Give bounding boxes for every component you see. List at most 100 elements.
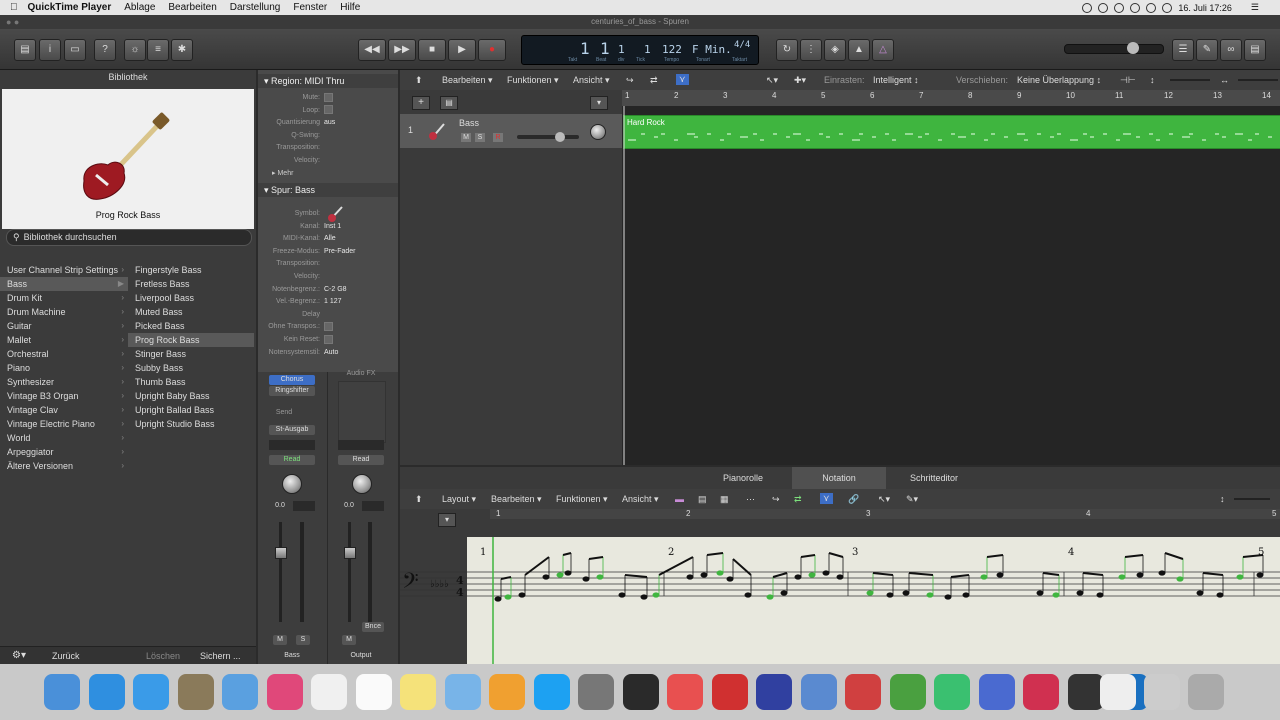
library-category-item[interactable]: Ältere Versionen › <box>0 459 128 473</box>
track-header[interactable]: ▾ Spur: Bass <box>258 183 398 197</box>
inspector-row[interactable]: Ohne Transpos.: <box>258 321 398 333</box>
pointer-tool-icon[interactable]: ↖▾ <box>878 494 890 505</box>
library-category-item[interactable]: Synthesizer › <box>0 375 128 389</box>
forward-button[interactable]: ▶▶ <box>388 39 416 61</box>
inspector-row[interactable]: Velocity: <box>258 271 398 283</box>
library-preset-item[interactable]: Prog Rock Bass <box>128 333 254 347</box>
dock-app-icon[interactable] <box>177 674 214 710</box>
count-in-icon[interactable]: △ <box>872 39 894 61</box>
mixer-icon[interactable]: ≡ <box>147 39 169 61</box>
editor-edit-menu[interactable]: Bearbeiten ▾ <box>491 494 542 505</box>
record-button[interactable]: ● <box>478 39 506 61</box>
library-category-item[interactable]: World › <box>0 431 128 445</box>
inspector-row[interactable]: Transposition: <box>258 142 398 154</box>
status-icon[interactable] <box>1114 2 1125 13</box>
editor-functions-menu[interactable]: Funktionen ▾ <box>556 494 608 505</box>
dock-app-icon[interactable] <box>533 674 570 710</box>
dock-app-icon[interactable] <box>1144 674 1180 710</box>
pencil-tool-icon[interactable]: ✎▾ <box>906 494 918 505</box>
library-preset-item[interactable]: Stinger Bass <box>128 347 254 361</box>
help-icon[interactable]: ? <box>94 39 116 61</box>
inspector-row[interactable]: Mute: <box>258 92 398 104</box>
more-toggle[interactable]: ▸ Mehr <box>258 168 398 180</box>
marquee-tool-icon[interactable]: ✚▾ <box>794 75 806 86</box>
library-category-item[interactable]: Vintage B3 Organ › <box>0 389 128 403</box>
menu-help[interactable]: Hilfe <box>340 2 360 13</box>
library-preset-item[interactable]: Fretless Bass <box>128 277 254 291</box>
waveform-zoom-icon[interactable]: ⊣⊢ <box>1120 75 1136 86</box>
inspector-row[interactable]: Delay <box>258 309 398 321</box>
note-pad-icon[interactable]: ✎ <box>1196 39 1218 61</box>
volume-fader-output[interactable] <box>344 547 356 559</box>
dock-app-icon[interactable] <box>756 674 792 710</box>
send-slot[interactable]: Send <box>269 408 299 418</box>
link-icon[interactable]: ⇄ <box>650 75 658 86</box>
notation-staff[interactable]: 𝄢 ♭♭♭♭ 441 2 3 4 5 <box>400 537 1280 664</box>
automation-read-output[interactable]: Read <box>338 455 384 465</box>
inspector-row[interactable]: Freeze-Modus: Pre-Fader <box>258 246 398 258</box>
lcd-display[interactable]: 1 1 1 1 122 F Min. 4/4 Takt Beat div Tic… <box>521 35 759 65</box>
checkbox[interactable] <box>324 334 333 344</box>
volume-icon[interactable] <box>1146 2 1157 13</box>
editor-options-icon[interactable]: ▾ <box>438 513 456 527</box>
playhead[interactable] <box>623 106 625 465</box>
inspector-row[interactable]: Notensystemstil: Auto <box>258 347 398 359</box>
editors-icon[interactable]: ✱ <box>171 39 193 61</box>
browser-icon[interactable]: ▤ <box>1244 39 1266 61</box>
up-arrow-icon[interactable]: ⬆ <box>415 75 423 86</box>
checkbox[interactable] <box>324 322 333 332</box>
output-slot[interactable]: St-Ausgab <box>269 425 315 435</box>
volume-fader-bass[interactable] <box>275 547 287 559</box>
dots-icon[interactable]: ⋯ <box>746 494 755 505</box>
ringshifter-slot[interactable]: Ringshifter <box>269 386 315 396</box>
metronome-icon[interactable]: ▲ <box>848 39 870 61</box>
up-arrow-icon[interactable]: ⬆ <box>415 494 423 505</box>
note-view-icon[interactable]: ▤ <box>698 494 707 505</box>
dock-app-icon[interactable] <box>1067 674 1104 710</box>
link-icon[interactable]: ⇄ <box>794 494 802 505</box>
checkbox[interactable] <box>324 92 333 102</box>
inspector-row[interactable]: MIDI-Kanal: Alle <box>258 233 398 245</box>
info-icon[interactable]: i <box>39 39 61 61</box>
track-name[interactable]: Bass <box>459 118 479 128</box>
dock-app-icon[interactable] <box>845 674 881 710</box>
automation-read-bass[interactable]: Read <box>269 455 315 465</box>
inspector-row[interactable]: Velocity: <box>258 155 398 167</box>
dock-app-icon[interactable] <box>667 674 703 710</box>
library-category-item[interactable]: Orchestral › <box>0 347 128 361</box>
track-volume-slider[interactable] <box>517 132 579 142</box>
library-category-item[interactable]: Guitar › <box>0 319 128 333</box>
list-editor-icon[interactable]: ☰ <box>1172 39 1194 61</box>
library-category-item[interactable]: Drum Machine › <box>0 305 128 319</box>
library-preset-item[interactable]: Muted Bass <box>128 305 254 319</box>
clock[interactable]: 16. Juli 17:26 <box>1178 3 1232 13</box>
library-category-item[interactable]: Mallet › <box>0 333 128 347</box>
library-category-item[interactable]: Vintage Electric Piano › <box>0 417 128 431</box>
save-button[interactable]: Sichern ... <box>200 651 241 661</box>
library-preset-item[interactable]: Picked Bass <box>128 319 254 333</box>
menu-list-icon[interactable]: ☰ <box>1251 2 1259 13</box>
region-header[interactable]: ▾ Region: MIDI Thru <box>258 74 398 88</box>
window-controls-icon[interactable]: ● ● <box>6 15 19 29</box>
dock-app-icon[interactable] <box>622 674 659 710</box>
gear-icon[interactable]: ⚙▾ <box>12 650 26 661</box>
menu-window[interactable]: Fenster <box>293 2 327 13</box>
inspector-row[interactable]: Notenbegrenz.: C-2 G8 <box>258 284 398 296</box>
library-category-item[interactable]: Bass ▶ <box>0 277 128 291</box>
dock-app-icon[interactable] <box>1100 674 1136 710</box>
dock-app-icon[interactable] <box>978 674 1015 710</box>
pointer-tool-icon[interactable]: ↖▾ <box>766 75 778 86</box>
library-preset-item[interactable]: Thumb Bass <box>128 375 254 389</box>
arrange-area[interactable] <box>622 106 1280 465</box>
track-solo-button[interactable]: S <box>475 133 485 142</box>
inspector-row[interactable]: Loop: <box>258 105 398 117</box>
snap-dropdown[interactable]: Intelligent ↕ <box>873 75 919 85</box>
track-symbol-guitar-icon[interactable] <box>326 204 346 224</box>
library-preset-item[interactable]: Upright Baby Bass <box>128 389 254 403</box>
vertical-zoom-slider[interactable] <box>1170 79 1210 81</box>
editor-view-menu[interactable]: Ansicht ▾ <box>622 494 659 505</box>
library-category-item[interactable]: Drum Kit › <box>0 291 128 305</box>
inspector-row[interactable]: Transposition: <box>258 258 398 270</box>
back-button[interactable]: Zurück <box>52 651 80 661</box>
mute-button-output[interactable]: M <box>342 635 356 645</box>
